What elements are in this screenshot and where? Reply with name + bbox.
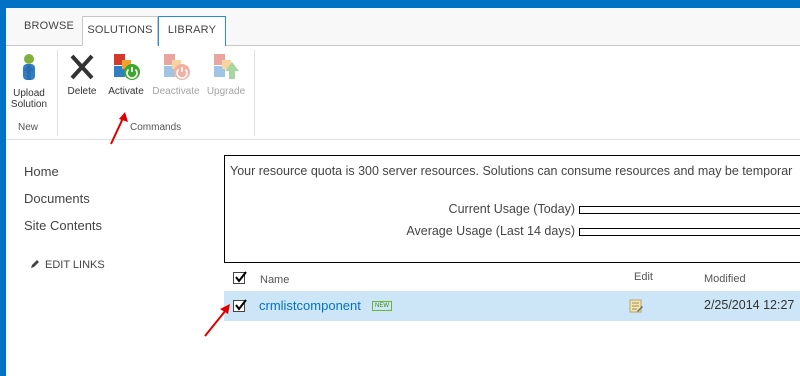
- column-edit-header: Edit: [634, 271, 653, 283]
- upgrade-label: Upgrade: [206, 86, 246, 97]
- delete-label: Delete: [67, 86, 97, 97]
- activate-button[interactable]: Activate: [104, 52, 148, 97]
- activate-label: Activate: [108, 86, 144, 97]
- suite-bar: [0, 0, 800, 8]
- tab-solutions[interactable]: SOLUTIONS: [82, 16, 158, 46]
- resource-quota-panel: Your resource quota is 300 server resour…: [224, 155, 800, 263]
- upgrade-button[interactable]: Upgrade: [204, 52, 248, 97]
- row-checkbox[interactable]: [233, 299, 247, 312]
- table-row[interactable]: crmlistcomponent NEW 2/25/2014 12:27: [224, 291, 800, 321]
- upload-icon: [23, 54, 35, 80]
- solution-name-link[interactable]: crmlistcomponent: [259, 298, 361, 313]
- average-usage-bar: [579, 228, 800, 236]
- ribbon-tabs: BROWSE SOLUTIONS LIBRARY: [6, 8, 800, 46]
- annotation-arrow-icon: [110, 112, 128, 145]
- tab-browse[interactable]: BROWSE: [24, 20, 74, 32]
- list-header: Name Edit Modified: [224, 266, 800, 290]
- column-name-header[interactable]: Name: [260, 274, 289, 286]
- delete-button[interactable]: Delete: [64, 52, 100, 97]
- group-separator: [57, 50, 58, 136]
- edit-links-label: EDIT LINKS: [45, 259, 105, 271]
- upload-solution-button[interactable]: Upload Solution: [8, 52, 50, 110]
- checkmark-icon: [235, 271, 247, 283]
- tab-library[interactable]: LIBRARY: [158, 16, 226, 46]
- deactivate-button[interactable]: Deactivate: [150, 52, 202, 97]
- annotation-arrow-icon: [204, 304, 230, 337]
- deactivate-icon: [164, 54, 190, 80]
- group-separator: [254, 50, 255, 136]
- quota-message: Your resource quota is 300 server resour…: [230, 164, 793, 178]
- group-new-label: New: [18, 122, 39, 133]
- nav-documents[interactable]: Documents: [24, 191, 90, 206]
- edit-document-icon[interactable]: [628, 298, 644, 314]
- group-commands-label: Commands: [130, 122, 182, 133]
- column-modified-header[interactable]: Modified: [704, 273, 746, 285]
- activate-icon: [114, 54, 140, 80]
- modified-value: 2/25/2014 12:27: [704, 298, 795, 312]
- edit-links-button[interactable]: EDIT LINKS: [30, 259, 105, 271]
- deactivate-label: Deactivate: [152, 86, 200, 97]
- new-badge: NEW: [372, 301, 392, 311]
- upload-solution-label: Upload Solution: [10, 88, 48, 110]
- nav-home[interactable]: Home: [24, 164, 59, 179]
- delete-x-icon: [70, 54, 94, 80]
- upgrade-icon: [214, 54, 239, 79]
- current-usage-bar: [579, 206, 800, 214]
- select-all-checkbox[interactable]: [233, 271, 247, 284]
- average-usage-label: Average Usage (Last 14 days): [406, 224, 575, 238]
- checkmark-icon: [235, 299, 247, 311]
- pencil-icon: [31, 260, 39, 268]
- nav-site-contents[interactable]: Site Contents: [24, 218, 102, 233]
- current-usage-label: Current Usage (Today): [448, 202, 575, 216]
